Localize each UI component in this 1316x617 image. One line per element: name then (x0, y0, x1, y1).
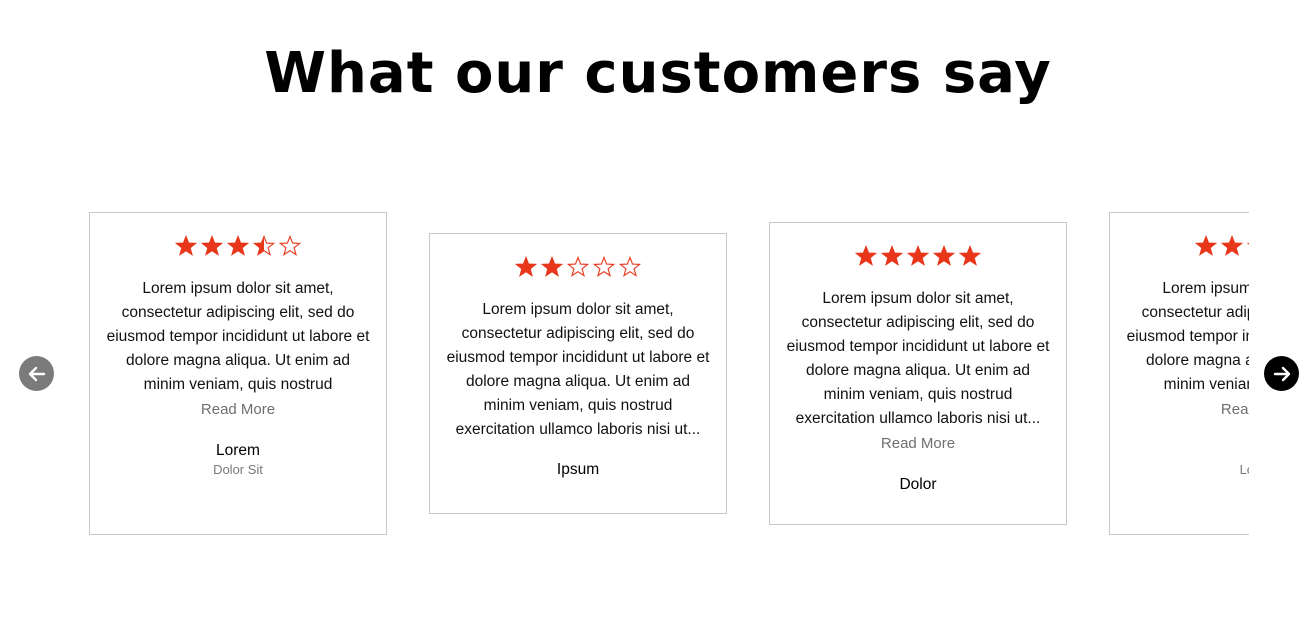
star-filled-icon (1195, 235, 1217, 256)
star-empty-icon (593, 256, 615, 277)
testimonial-card: Lorem ipsum dolor sit amet, consectetur … (89, 212, 387, 535)
star-filled-icon (201, 235, 223, 256)
author-name: Ipsum (556, 461, 600, 478)
read-more-link[interactable]: Read More (881, 433, 955, 455)
star-half-icon (253, 235, 275, 256)
review-text: Lorem ipsum dolor sit amet, consectetur … (786, 290, 1050, 427)
testimonial-card: Lorem ipsum dolor sit amet, consectetur … (769, 222, 1067, 525)
review-text: Lorem ipsum dolor sit amet, consectetur … (1126, 280, 1249, 393)
star-empty-icon (279, 235, 301, 256)
star-filled-icon (541, 256, 563, 277)
author-name: Dolor (899, 476, 937, 493)
section-title: What our customers say (264, 41, 1052, 106)
star-filled-icon (515, 256, 537, 277)
testimonial-card: Lorem ipsum dolor sit amet, consectetur … (429, 233, 727, 514)
author-subtitle: Lorem (1239, 462, 1249, 477)
testimonial-card: Lorem ipsum dolor sit amet, consectetur … (1109, 212, 1249, 535)
star-filled-icon (933, 245, 955, 266)
star-rating (770, 245, 1066, 271)
read-more-link[interactable]: Read More (201, 399, 275, 421)
star-filled-icon (855, 245, 877, 266)
star-filled-icon (175, 235, 197, 256)
author-subtitle: Dolor Sit (213, 462, 263, 477)
star-rating (430, 256, 726, 282)
star-filled-icon (227, 235, 249, 256)
carousel-track: Lorem ipsum dolor sit amet, consectetur … (89, 200, 1249, 550)
review-text: Lorem ipsum dolor sit amet, consectetur … (446, 301, 710, 438)
read-more-link[interactable]: Read More (1221, 399, 1249, 421)
author-name: Lorem (216, 442, 260, 459)
arrow-left-icon (28, 366, 45, 381)
testimonials-section: What our customers say Lorem ipsum dolor… (0, 0, 1316, 617)
carousel-next-button[interactable] (1264, 356, 1299, 391)
star-filled-icon (959, 245, 981, 266)
star-filled-icon (907, 245, 929, 266)
carousel-prev-button[interactable] (19, 356, 54, 391)
review-text: Lorem ipsum dolor sit amet, consectetur … (106, 280, 370, 393)
author-name: Sit (1110, 441, 1250, 461)
star-rating (90, 235, 386, 261)
star-empty-icon (619, 256, 641, 277)
star-filled-icon (1221, 235, 1243, 256)
star-empty-icon (567, 256, 589, 277)
arrow-right-icon (1273, 366, 1290, 381)
star-rating (1110, 235, 1249, 261)
star-filled-icon (881, 245, 903, 266)
star-empty-icon (1247, 242, 1249, 245)
